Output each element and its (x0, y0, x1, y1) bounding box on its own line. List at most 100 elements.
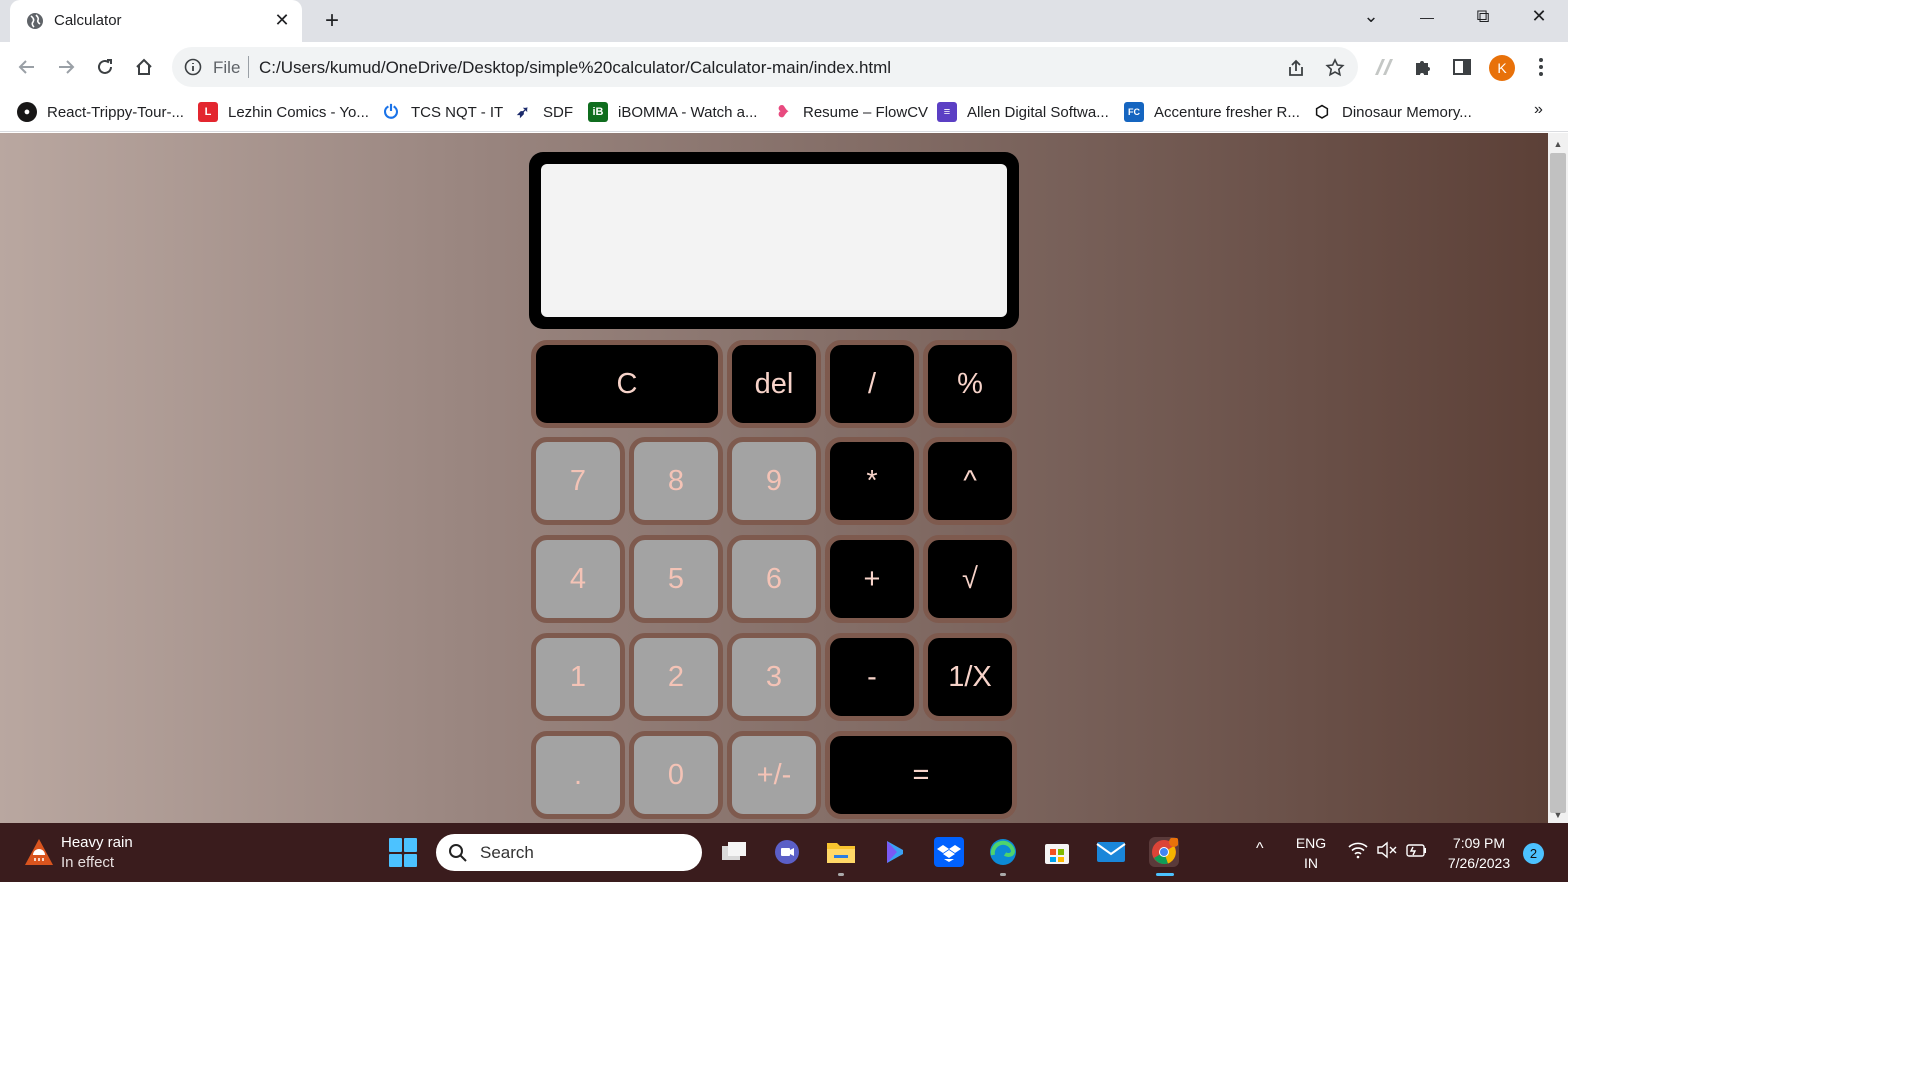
key-decimal[interactable]: . (531, 731, 625, 819)
reload-button[interactable] (92, 54, 118, 80)
bookmark-label: Lezhin Comics - Yo... (228, 103, 369, 121)
lezhin-icon: L (198, 102, 218, 122)
back-arrow-icon (18, 60, 34, 74)
scrollbar-thumb[interactable] (1550, 153, 1566, 813)
taskbar-search-placeholder: Search (480, 843, 534, 862)
key-divide[interactable]: / (825, 340, 919, 428)
wifi-icon[interactable] (1348, 841, 1368, 862)
key-5[interactable]: 5 (629, 535, 723, 623)
bookmark-item[interactable]: ➶ SDF (513, 101, 573, 123)
fc-icon: FC (1124, 102, 1144, 122)
chrome-icon[interactable] (1149, 837, 1179, 867)
edge-icon[interactable] (988, 837, 1018, 867)
profile-avatar[interactable]: K (1489, 55, 1515, 81)
file-explorer-icon[interactable] (826, 837, 856, 867)
language-label[interactable]: ENG (1294, 835, 1328, 851)
tray-overflow-chevron-icon[interactable]: ^ (1256, 840, 1264, 858)
key-add[interactable]: + (825, 535, 919, 623)
key-clear[interactable]: C (531, 340, 723, 428)
back-button[interactable] (14, 54, 40, 80)
address-url[interactable]: C:/Users/kumud/OneDrive/Desktop/simple%2… (259, 58, 891, 78)
address-bar[interactable]: File C:/Users/kumud/OneDrive/Desktop/sim… (172, 47, 1358, 87)
restore-button[interactable]: ⧉ (1468, 6, 1498, 27)
tab-calculator[interactable]: Calculator ✕ (10, 0, 302, 42)
key-7[interactable]: 7 (531, 437, 625, 525)
bookmark-item[interactable]: ≡ Allen Digital Softwa... (937, 101, 1109, 123)
bookmark-item[interactable]: ● React-Trippy-Tour-... (17, 101, 184, 123)
task-view-icon[interactable] (719, 837, 749, 867)
tab-search-chevron-icon[interactable]: ⌄ (1356, 6, 1386, 27)
key-4[interactable]: 4 (531, 535, 625, 623)
close-window-button[interactable]: ✕ (1524, 6, 1554, 27)
bookmark-item[interactable]: ⬡ Dinosaur Memory... (1312, 101, 1472, 123)
bookmark-item[interactable]: FC Accenture fresher R... (1124, 101, 1300, 123)
power-icon: ⏻ (383, 101, 399, 122)
key-6[interactable]: 6 (727, 535, 821, 623)
key-subtract[interactable]: - (825, 633, 919, 721)
store-icon[interactable] (1042, 837, 1072, 867)
home-button[interactable] (131, 54, 157, 80)
key-negate[interactable]: +/- (727, 731, 821, 819)
key-8[interactable]: 8 (629, 437, 723, 525)
notification-badge[interactable]: 2 (1523, 843, 1544, 864)
dropbox-icon[interactable] (934, 837, 964, 867)
more-menu-icon[interactable] (1529, 55, 1553, 79)
key-9[interactable]: 9 (727, 437, 821, 525)
weather-status[interactable]: In effect (61, 854, 114, 871)
new-tab-button[interactable]: + (320, 7, 344, 35)
page-viewport: C del / % 7 8 9 * ^ 4 5 6 + √ 1 2 3 - 1/… (0, 133, 1548, 823)
key-2[interactable]: 2 (629, 633, 723, 721)
forward-button[interactable] (53, 54, 79, 80)
key-equals[interactable]: = (825, 731, 1017, 819)
mail-icon[interactable] (1096, 837, 1126, 867)
volume-muted-icon[interactable] (1376, 841, 1398, 862)
windows-start-icon[interactable] (389, 838, 418, 867)
github-icon: ● (17, 102, 37, 122)
side-panel-icon[interactable] (1450, 55, 1474, 79)
taskbar-search-box[interactable]: Search (436, 834, 702, 871)
key-sqrt[interactable]: √ (923, 535, 1017, 623)
globe-icon (27, 13, 43, 29)
clock-time[interactable]: 7:09 PM (1440, 835, 1518, 851)
tab-strip: Calculator ✕ + ⌄ — ⧉ ✕ (0, 0, 1568, 42)
bookmark-label: React-Trippy-Tour-... (47, 103, 184, 121)
scroll-up-arrow-icon[interactable]: ▲ (1552, 139, 1564, 149)
address-separator (248, 56, 249, 78)
key-multiply[interactable]: * (825, 437, 919, 525)
battery-icon[interactable] (1405, 841, 1429, 862)
bookmarks-overflow-button[interactable]: » (1534, 101, 1543, 119)
key-power[interactable]: ^ (923, 437, 1017, 525)
scroll-down-arrow-icon[interactable]: ▼ (1552, 810, 1564, 820)
weather-alert-icon[interactable] (24, 838, 54, 866)
copilot-icon[interactable] (880, 837, 910, 867)
ibomma-icon: iB (588, 102, 608, 122)
region-label[interactable]: IN (1294, 855, 1328, 871)
key-percent[interactable]: % (923, 340, 1017, 428)
key-delete[interactable]: del (727, 340, 821, 428)
bookmarks-bar: ● React-Trippy-Tour-... L Lezhin Comics … (0, 92, 1568, 132)
bookmark-item[interactable]: iB iBOMMA - Watch a... (588, 101, 757, 123)
bookmark-label: SDF (543, 103, 573, 121)
key-3[interactable]: 3 (727, 633, 821, 721)
minimize-button[interactable]: — (1412, 9, 1442, 25)
browser-toolbar: File C:/Users/kumud/OneDrive/Desktop/sim… (0, 42, 1568, 92)
bookmark-star-icon[interactable] (1324, 57, 1346, 79)
reload-icon (98, 59, 112, 74)
bookmark-item[interactable]: ⏻ TCS NQT - IT (381, 101, 503, 123)
extensions-puzzle-icon[interactable] (1411, 55, 1435, 79)
key-0[interactable]: 0 (629, 731, 723, 819)
clock-date[interactable]: 7/26/2023 (1440, 855, 1518, 871)
bookmark-label: TCS NQT - IT (411, 103, 504, 121)
extension-a-icon[interactable] (1372, 55, 1396, 79)
key-reciprocal[interactable]: 1/X (923, 633, 1017, 721)
teams-icon[interactable] (772, 837, 802, 867)
key-1[interactable]: 1 (531, 633, 625, 721)
weather-title[interactable]: Heavy rain (61, 834, 133, 851)
calculator-display-frame (529, 152, 1019, 329)
bookmark-item[interactable]: ❥ Resume – FlowCV (773, 101, 928, 123)
tab-close-icon[interactable]: ✕ (272, 10, 292, 31)
bookmark-label: Dinosaur Memory... (1342, 103, 1472, 121)
share-icon[interactable] (1285, 57, 1307, 79)
bookmark-item[interactable]: L Lezhin Comics - Yo... (198, 101, 369, 123)
info-icon[interactable] (184, 58, 202, 76)
